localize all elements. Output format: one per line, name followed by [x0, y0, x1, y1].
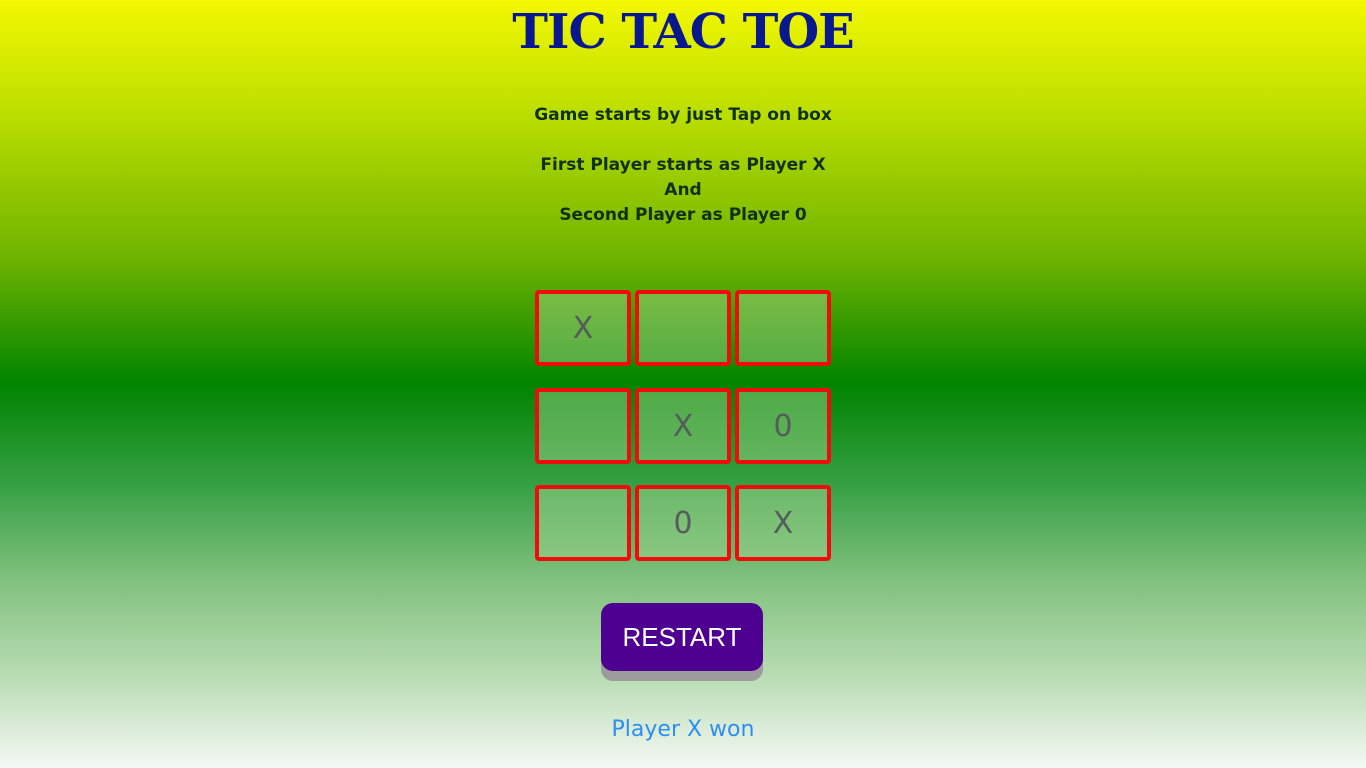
game-status: Player X won [611, 717, 755, 742]
game-title: TIC TAC TOE [512, 4, 854, 60]
board-cell-1[interactable]: X [535, 290, 631, 366]
board-cell-3[interactable] [735, 290, 831, 366]
board-cell-4[interactable] [535, 388, 631, 464]
board-cell-5[interactable]: X [635, 388, 731, 464]
game-board: X X 0 0 X [535, 290, 831, 561]
board-cell-6[interactable]: 0 [735, 388, 831, 464]
instruction-line-3: And [664, 180, 702, 200]
instruction-players: First Player starts as Player X And Seco… [0, 153, 1366, 228]
instruction-line-2: First Player starts as Player X [540, 155, 826, 175]
instruction-line-4: Second Player as Player 0 [559, 205, 807, 225]
board-cell-8[interactable]: 0 [635, 485, 731, 561]
board-cell-2[interactable] [635, 290, 731, 366]
board-cell-7[interactable] [535, 485, 631, 561]
board-cell-9[interactable]: X [735, 485, 831, 561]
restart-button[interactable]: RESTART [601, 603, 763, 671]
instruction-line-1: Game starts by just Tap on box [534, 105, 832, 125]
instruction-start: Game starts by just Tap on box [0, 103, 1366, 128]
